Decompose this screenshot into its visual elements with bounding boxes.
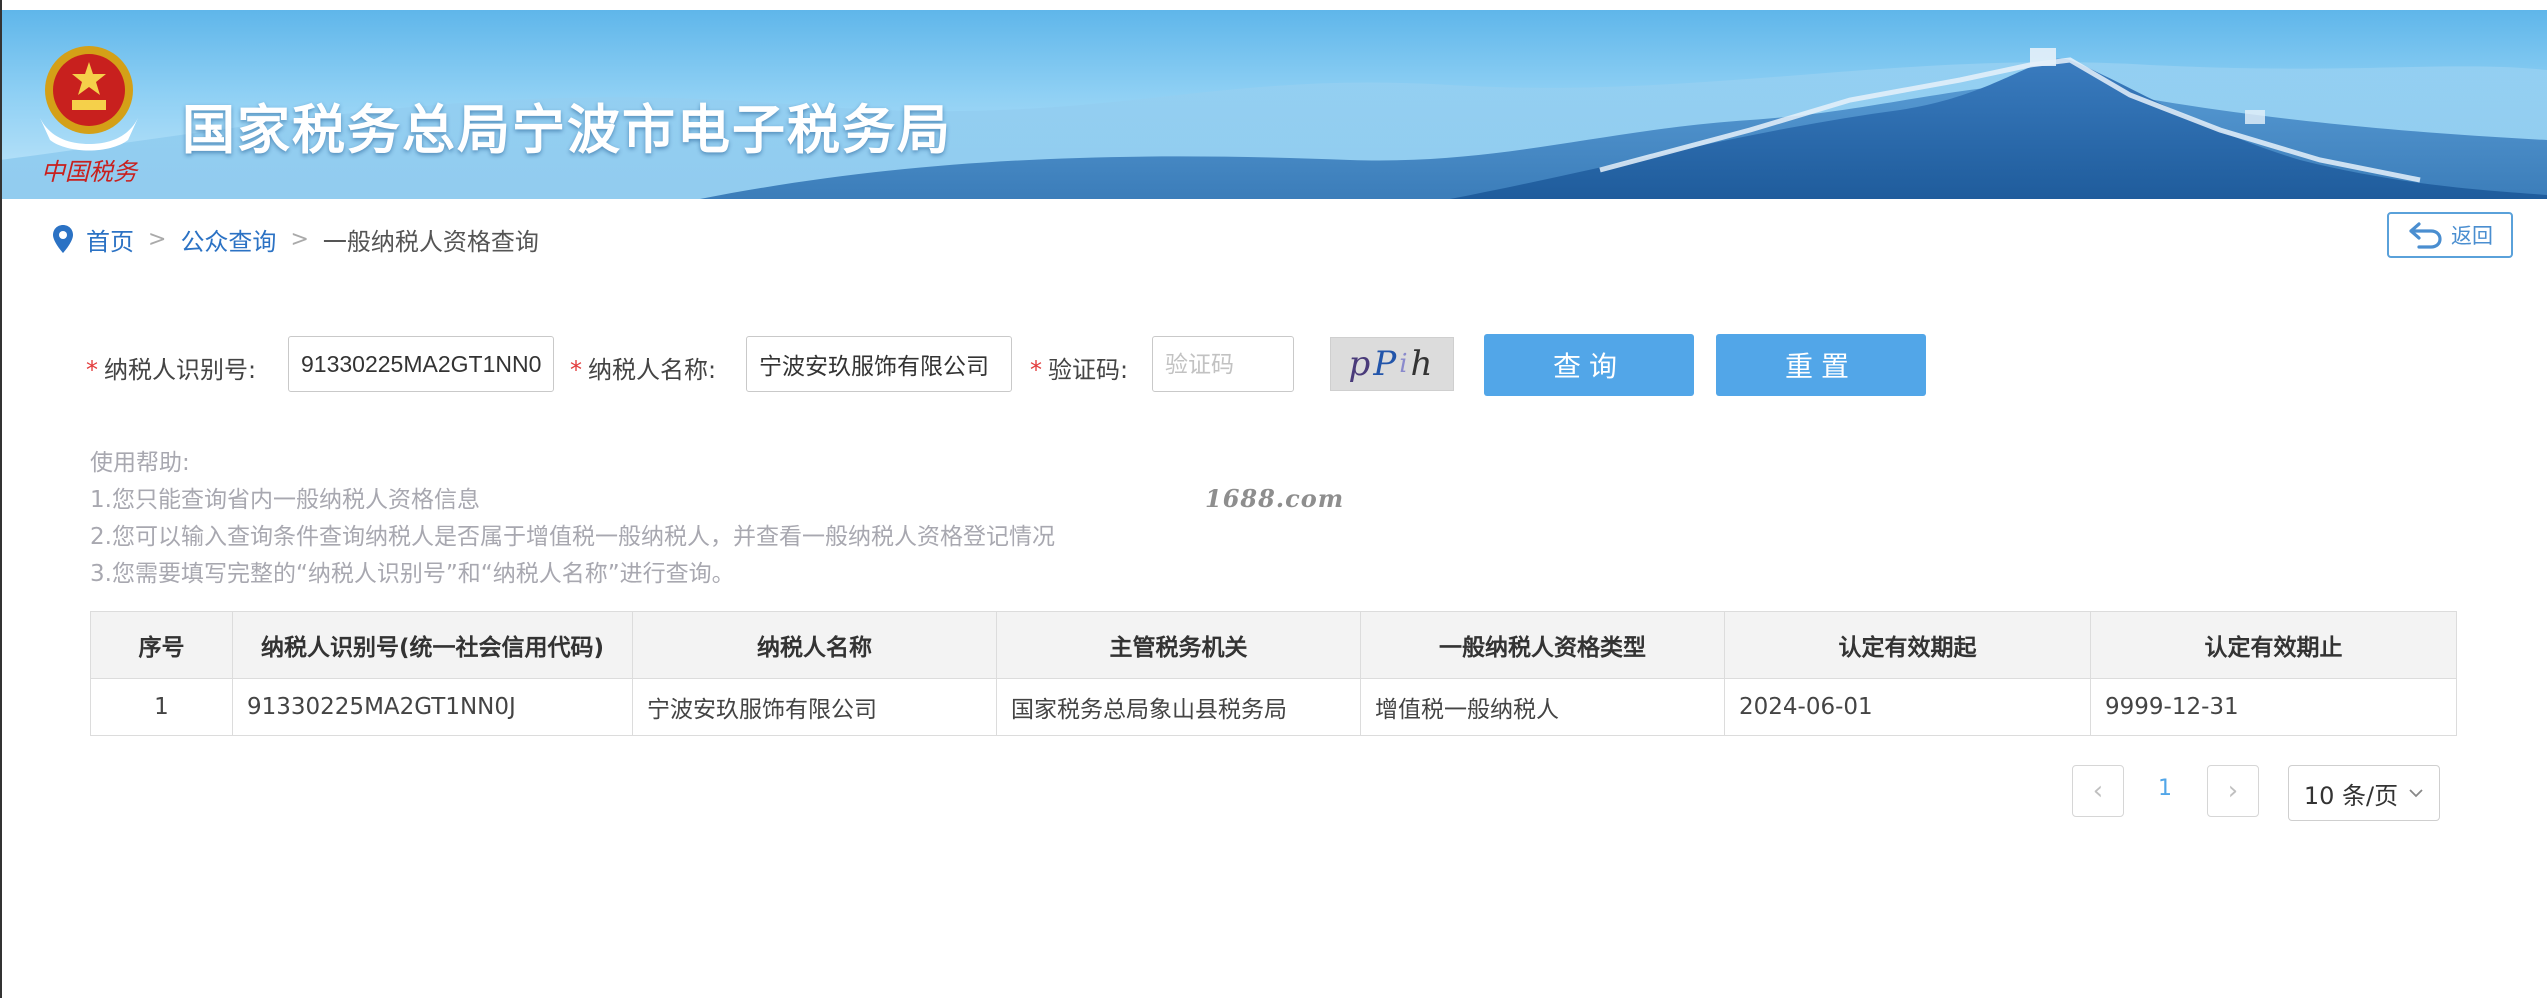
breadcrumb-home-link[interactable]: 首页 bbox=[86, 222, 134, 257]
breadcrumb-current: 一般纳税人资格查询 bbox=[322, 227, 539, 256]
column-header: 序号 bbox=[90, 611, 233, 679]
taxpayer-id-input[interactable] bbox=[288, 336, 554, 392]
column-header: 纳税人识别号(统一社会信用代码) bbox=[232, 611, 633, 679]
watermark: 1688.com bbox=[1205, 484, 1345, 513]
site-banner: 中国税务 国家税务总局宁波市电子税务局 bbox=[0, 10, 2547, 199]
page-size-select[interactable]: 10 条/页 bbox=[2288, 765, 2440, 821]
table-cell-index: 1 bbox=[90, 678, 233, 736]
table-cell-valid-to: 9999-12-31 bbox=[2090, 678, 2457, 736]
table-cell-qualification-type: 增值税一般纳税人 bbox=[1360, 678, 1725, 736]
column-header: 一般纳税人资格类型 bbox=[1360, 611, 1725, 679]
help-line: 1.您只能查询省内一般纳税人资格信息 bbox=[90, 487, 480, 513]
column-header: 认定有效期起 bbox=[1724, 611, 2091, 679]
taxpayer-id-label: * 纳税人识别号: bbox=[86, 356, 257, 384]
help-line: 3.您需要填写完整的“纳税人识别号”和“纳税人名称”进行查询。 bbox=[90, 561, 735, 587]
emblem-caption: 中国税务 bbox=[41, 158, 139, 186]
usage-help: 使用帮助: 1.您只能查询省内一般纳税人资格信息 2.您可以输入查询条件查询纳税… bbox=[90, 445, 1055, 593]
table-row: 1 91330225MA2GT1NN0J 宁波安玖服饰有限公司 国家税务总局象山… bbox=[90, 678, 2457, 736]
required-mark: * bbox=[86, 356, 98, 384]
column-header: 纳税人名称 bbox=[632, 611, 997, 679]
help-title: 使用帮助: bbox=[90, 450, 190, 476]
captcha-input[interactable] bbox=[1152, 336, 1294, 392]
taxpayer-name-label: * 纳税人名称: bbox=[570, 356, 717, 384]
chevron-right-icon: › bbox=[2227, 776, 2239, 806]
column-header: 认定有效期止 bbox=[2090, 611, 2457, 679]
table-cell-taxpayer-name: 宁波安玖服饰有限公司 bbox=[632, 678, 997, 736]
chevron-left-icon: ‹ bbox=[2092, 776, 2104, 806]
breadcrumb-separator: > bbox=[148, 226, 167, 252]
search-form: *纳税人识别号: *纳税人名称: *验证码: pPih 查询 重置 bbox=[86, 334, 2086, 396]
page-number[interactable]: 1 bbox=[2145, 776, 2185, 801]
return-arrow-icon bbox=[2409, 222, 2442, 249]
breadcrumb-separator: > bbox=[290, 226, 309, 252]
taxpayer-name-input[interactable] bbox=[746, 336, 1012, 392]
query-button[interactable]: 查询 bbox=[1484, 334, 1694, 396]
next-page-button[interactable]: › bbox=[2207, 765, 2259, 817]
prev-page-button[interactable]: ‹ bbox=[2072, 765, 2124, 817]
national-emblem-logo: 中国税务 bbox=[40, 46, 139, 186]
location-pin-icon bbox=[53, 225, 73, 253]
table-cell-valid-from: 2024-06-01 bbox=[1724, 678, 2091, 736]
chevron-down-icon bbox=[2409, 789, 2423, 798]
site-title: 国家税务总局宁波市电子税务局 bbox=[182, 100, 952, 161]
back-button[interactable]: 返回 bbox=[2387, 212, 2513, 258]
required-mark: * bbox=[570, 356, 582, 384]
captcha-image[interactable]: pPih bbox=[1330, 337, 1454, 391]
back-button-label: 返回 bbox=[2451, 224, 2493, 248]
window-edge bbox=[0, 0, 2, 998]
table-cell-taxpayer-id: 91330225MA2GT1NN0J bbox=[232, 678, 633, 736]
table-cell-tax-authority: 国家税务总局象山县税务局 bbox=[996, 678, 1361, 736]
page-size-value: 10 条/页 bbox=[2303, 781, 2399, 810]
reset-button[interactable]: 重置 bbox=[1716, 334, 1926, 396]
column-header: 主管税务机关 bbox=[996, 611, 1361, 679]
results-table: 序号 纳税人识别号(统一社会信用代码) 纳税人名称 主管税务机关 一般纳税人资格… bbox=[90, 611, 2457, 736]
table-header-row: 序号 纳税人识别号(统一社会信用代码) 纳税人名称 主管税务机关 一般纳税人资格… bbox=[90, 611, 2457, 679]
breadcrumb-public-query-link[interactable]: 公众查询 bbox=[180, 222, 276, 257]
help-line: 2.您可以输入查询条件查询纳税人是否属于增值税一般纳税人，并查看一般纳税人资格登… bbox=[90, 524, 1055, 550]
required-mark: * bbox=[1030, 356, 1042, 384]
breadcrumb: 首页 > 公众查询 > 一般纳税人资格查询 bbox=[52, 220, 539, 258]
captcha-label: * 验证码: bbox=[1030, 356, 1129, 384]
